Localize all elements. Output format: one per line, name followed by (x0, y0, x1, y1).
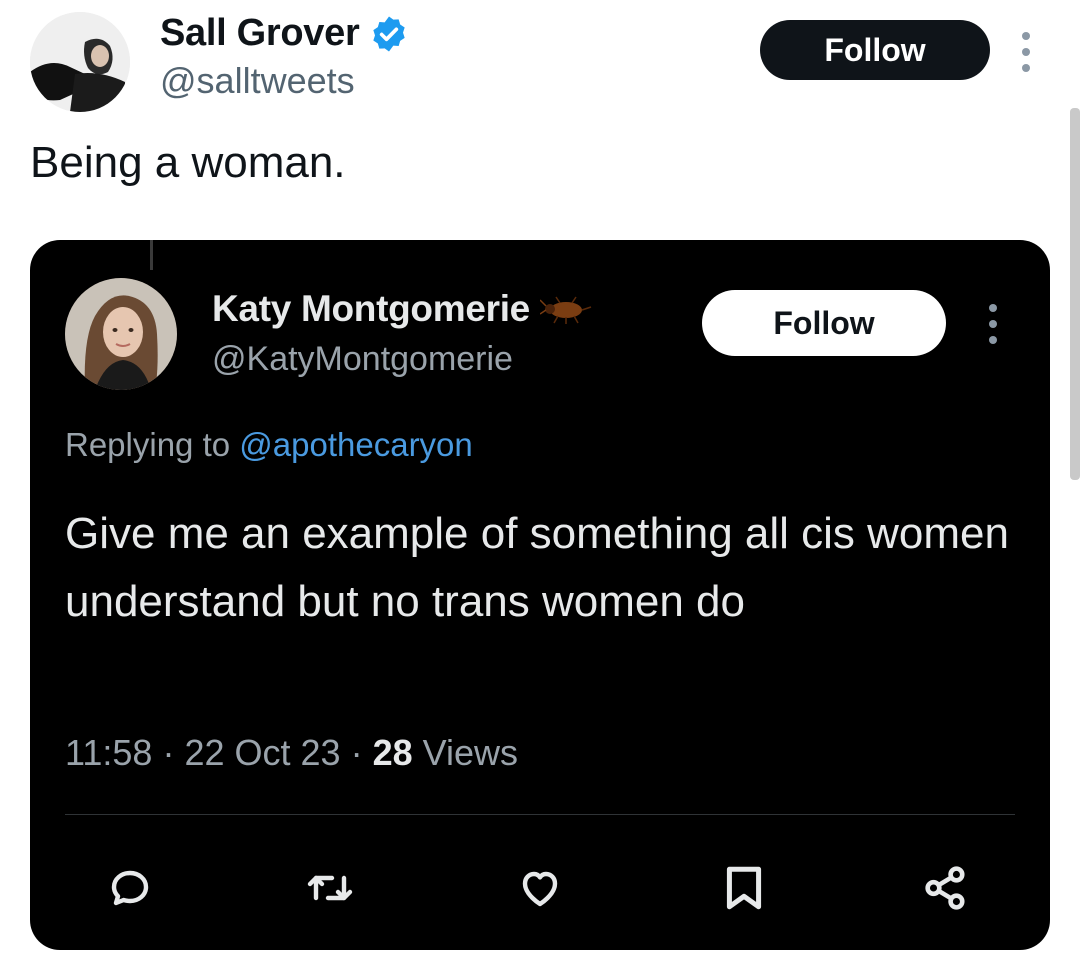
views-label: Views (422, 732, 519, 773)
tweet-time[interactable]: 11:58 (65, 732, 152, 773)
reply-icon[interactable] (102, 860, 158, 916)
author-name-row: Sall Grover (160, 12, 409, 55)
quoted-author-handle[interactable]: @KatyMontgomerie (212, 340, 513, 379)
tweet-date[interactable]: 22 Oct 23 (184, 732, 340, 773)
cockroach-emoji-icon (539, 294, 592, 324)
quoted-more-options-icon[interactable] (986, 304, 1000, 344)
like-icon[interactable] (512, 860, 568, 916)
views-count: 28 (372, 732, 413, 773)
scrollbar[interactable] (1070, 108, 1080, 480)
replying-to-line: Replying to @apothecaryon (65, 426, 473, 464)
tweet-meta: 11:58 · 22 Oct 23 · 28 Views (65, 732, 518, 774)
verified-badge-icon (369, 14, 409, 54)
author-handle[interactable]: @salltweets (160, 60, 355, 102)
quoted-author-name[interactable]: Katy Montgomerie (212, 288, 530, 330)
bookmark-icon[interactable] (716, 860, 772, 916)
quoted-author-avatar[interactable] (65, 278, 177, 390)
more-options-icon[interactable] (1016, 32, 1036, 72)
replying-prefix: Replying to (65, 426, 231, 463)
action-bar (30, 860, 1050, 920)
share-icon[interactable] (918, 860, 974, 916)
tweet-text: Being a woman. (30, 138, 346, 187)
quoted-follow-button[interactable]: Follow (702, 290, 946, 356)
thread-line (150, 240, 153, 270)
quoted-author-name-row: Katy Montgomerie (212, 288, 592, 330)
meta-separator: · (162, 732, 175, 773)
author-name[interactable]: Sall Grover (160, 12, 360, 55)
replying-mention-link[interactable]: @apothecaryon (239, 426, 472, 463)
meta-separator: · (350, 732, 363, 773)
quoted-tweet-text: Give me an example of something all cis … (65, 509, 1009, 626)
author-avatar[interactable] (30, 12, 130, 112)
follow-button[interactable]: Follow (760, 20, 990, 80)
retweet-icon[interactable] (302, 860, 358, 916)
divider (65, 814, 1015, 815)
quoted-tweet-image[interactable]: Katy Montgomerie @KatyMontgomerie Follow… (30, 240, 1050, 950)
